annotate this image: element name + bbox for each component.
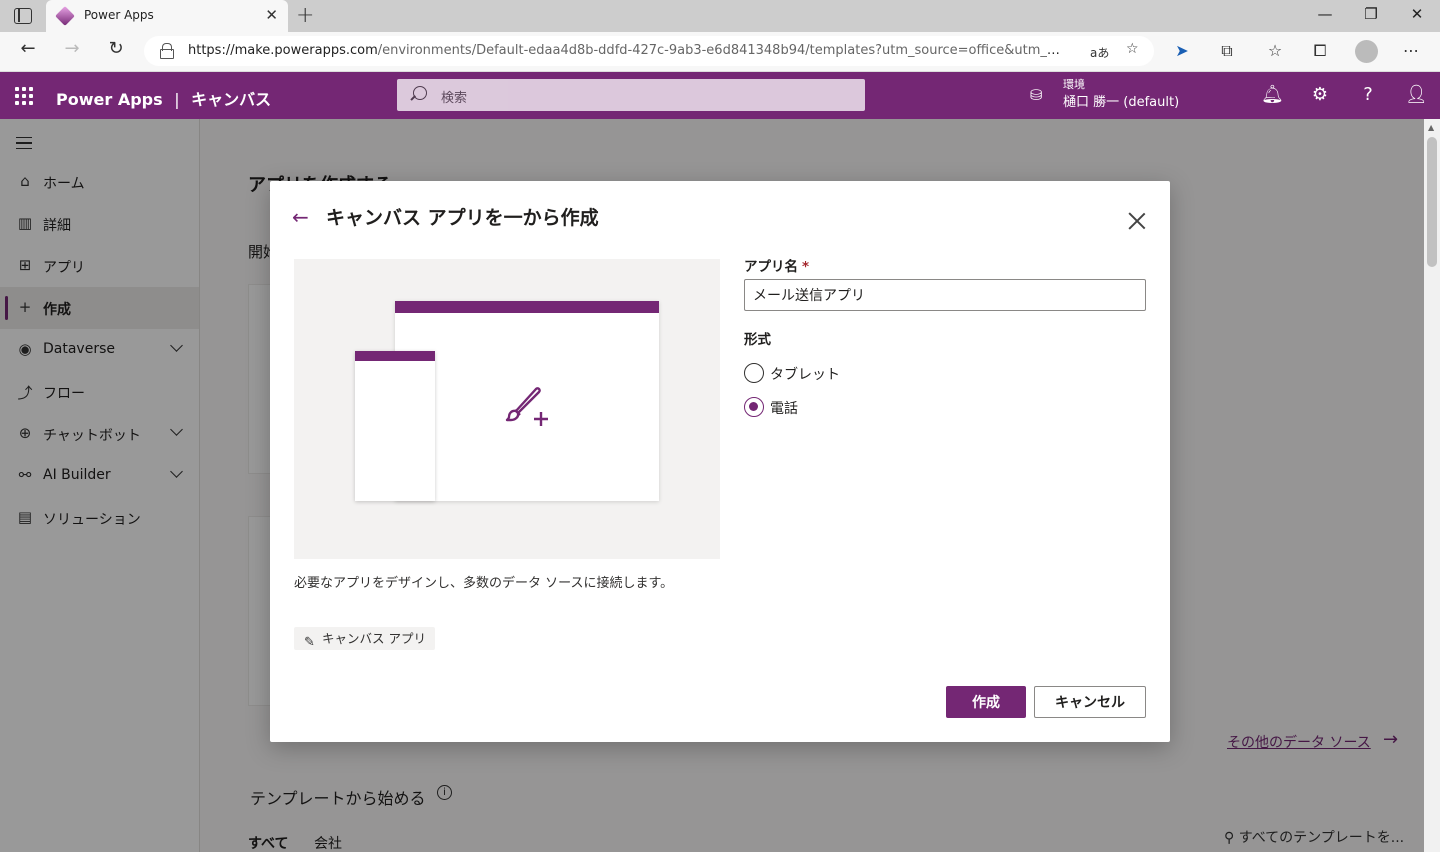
create-canvas-app-dialog: ← キャンバス アプリを一から作成 必要なアプリをデザインし、多数のデータ ソー… bbox=[270, 181, 1170, 742]
new-tab-icon[interactable]: + bbox=[296, 3, 314, 28]
address-bar[interactable]: https://make.powerapps.com/environments/… bbox=[144, 36, 1154, 66]
back-icon[interactable]: ← bbox=[16, 38, 40, 59]
format-option-label[interactable]: タブレット bbox=[770, 364, 840, 384]
canvas-app-illustration bbox=[294, 259, 720, 559]
tab-close-icon[interactable]: ✕ bbox=[265, 6, 278, 24]
lock-icon[interactable] bbox=[160, 43, 174, 59]
favorites-icon[interactable]: ☆ bbox=[1264, 41, 1286, 60]
account-icon[interactable]: 👤︎ bbox=[1405, 84, 1428, 105]
profile-avatar[interactable] bbox=[1355, 40, 1378, 63]
collections-icon[interactable]: ⧠ bbox=[1309, 41, 1331, 61]
restore-icon[interactable]: ❐ bbox=[1361, 5, 1381, 23]
help-icon[interactable]: ? bbox=[1357, 84, 1379, 105]
create-button[interactable]: 作成 bbox=[946, 686, 1026, 718]
url-host: https://make.powerapps.com bbox=[188, 43, 378, 58]
page-scrollbar[interactable]: ▲ bbox=[1424, 119, 1440, 852]
forward-icon[interactable]: → bbox=[60, 38, 84, 59]
product-name: Power Apps bbox=[56, 90, 163, 109]
browser-toolbar: ← → ↻ https://make.powerapps.com/environ… bbox=[0, 32, 1440, 72]
pencil-icon: ✎ bbox=[304, 635, 315, 650]
app-header: Power Apps | キャンバス 検索 ⛁ 環境 樋口 勝一 (defaul… bbox=[0, 72, 1440, 119]
browser-tab-strip: Power Apps ✕ + — ❐ ✕ bbox=[0, 0, 1440, 32]
paintbrush-plus-icon bbox=[505, 387, 548, 426]
global-search[interactable]: 検索 bbox=[397, 79, 865, 111]
waffle-icon[interactable] bbox=[15, 87, 33, 105]
copilot-icon[interactable]: ➤ bbox=[1171, 41, 1193, 60]
more-icon[interactable]: ⋯ bbox=[1400, 41, 1422, 60]
read-aloud-icon[interactable]: aあ bbox=[1090, 44, 1109, 61]
environment-label: 環境 bbox=[1063, 78, 1085, 91]
tab-actions-icon[interactable] bbox=[14, 8, 32, 24]
close-icon[interactable] bbox=[1128, 212, 1146, 230]
favorite-add-icon[interactable]: ☆ bbox=[1126, 41, 1139, 57]
window-close-icon[interactable]: ✕ bbox=[1407, 5, 1427, 23]
scroll-up-icon[interactable]: ▲ bbox=[1428, 123, 1434, 132]
required-marker: * bbox=[802, 259, 810, 275]
minimize-icon[interactable]: — bbox=[1315, 5, 1335, 23]
scroll-thumb[interactable] bbox=[1427, 137, 1437, 267]
app-name-label: アプリ名 * bbox=[744, 255, 809, 275]
tab-title: Power Apps bbox=[84, 8, 154, 22]
notifications-icon[interactable]: 🔔︎ bbox=[1261, 84, 1284, 105]
extensions-icon[interactable]: ⧉ bbox=[1216, 41, 1238, 61]
back-arrow-icon[interactable]: ← bbox=[292, 205, 309, 229]
canvas-app-tag: ✎ キャンバス アプリ bbox=[294, 627, 435, 650]
section-name: キャンバス bbox=[191, 90, 272, 109]
title-separator: | bbox=[174, 90, 180, 109]
url-path: /environments/Default-edaa4d8b-ddfd-427c… bbox=[377, 43, 1068, 58]
app-title[interactable]: Power Apps | キャンバス bbox=[56, 86, 271, 110]
tag-label: キャンバス アプリ bbox=[322, 631, 426, 646]
format-label: 形式 bbox=[744, 332, 771, 348]
app-name-label-text: アプリ名 bbox=[744, 259, 798, 275]
format-option-label[interactable]: 電話 bbox=[770, 398, 798, 418]
url-text[interactable]: https://make.powerapps.com/environments/… bbox=[188, 43, 1068, 58]
refresh-icon[interactable]: ↻ bbox=[104, 38, 128, 59]
phone-window-illustration bbox=[355, 351, 435, 501]
browser-tab[interactable]: Power Apps ✕ bbox=[46, 0, 288, 32]
format-radio-tablet[interactable] bbox=[744, 363, 764, 383]
dialog-description: 必要なアプリをデザインし、多数のデータ ソースに接続します。 bbox=[294, 576, 674, 591]
environment-name[interactable]: 樋口 勝一 (default) bbox=[1063, 91, 1179, 110]
settings-gear-icon[interactable]: ⚙ bbox=[1309, 84, 1331, 105]
cancel-button[interactable]: キャンセル bbox=[1034, 686, 1146, 718]
search-icon bbox=[413, 86, 427, 100]
powerapps-favicon-icon bbox=[55, 6, 75, 26]
environment-icon[interactable]: ⛁ bbox=[1030, 86, 1043, 104]
dialog-title: キャンバス アプリを一から作成 bbox=[326, 207, 599, 229]
app-name-input[interactable] bbox=[744, 279, 1146, 311]
format-radio-phone[interactable] bbox=[744, 397, 764, 417]
search-placeholder: 検索 bbox=[441, 91, 468, 106]
